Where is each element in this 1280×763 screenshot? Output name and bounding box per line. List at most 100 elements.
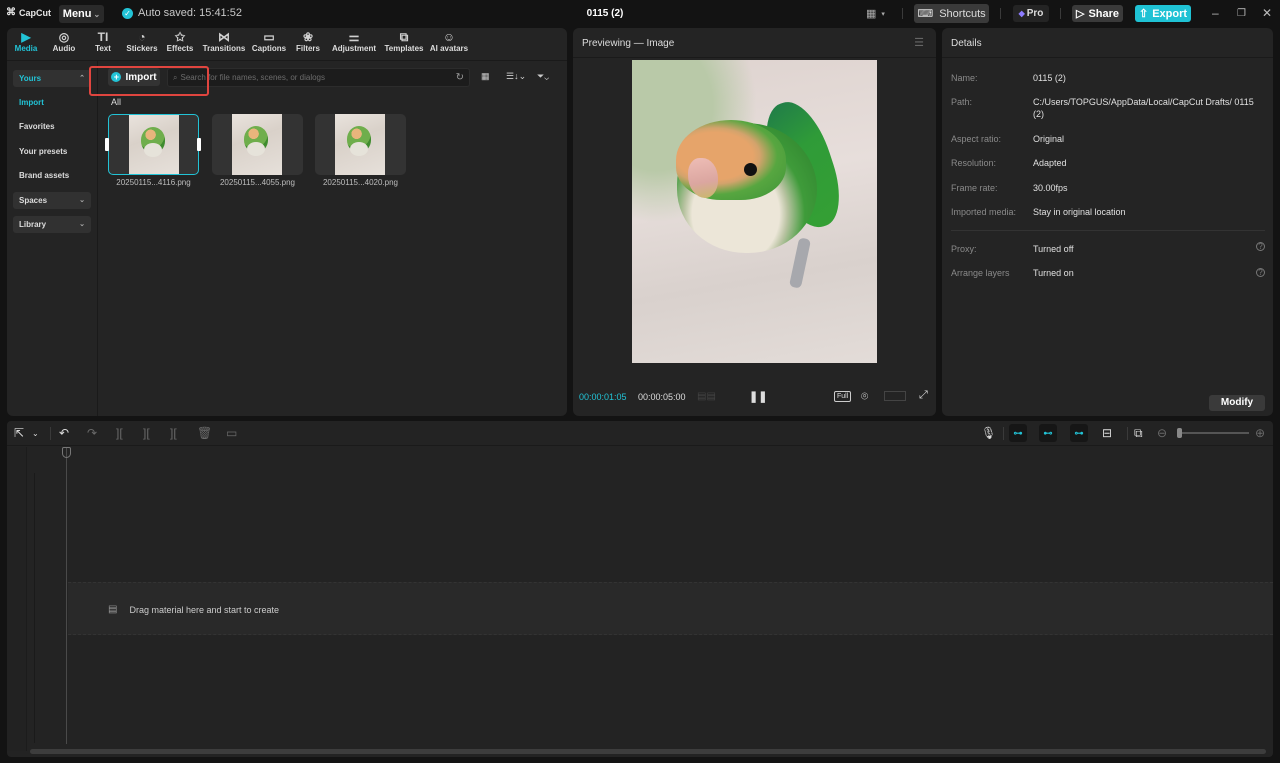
tab-ai-avatars[interactable]: ☺ AI avatars xyxy=(427,28,471,58)
auto-snap-icon[interactable]: ⊷ xyxy=(1039,424,1057,442)
export-button[interactable]: ⇧ Export xyxy=(1135,5,1191,22)
split-icon[interactable]: ][ xyxy=(116,426,123,440)
chevron-down-icon: ⌄ xyxy=(79,197,85,204)
media-item-name: 20250115...4055.png xyxy=(219,178,296,187)
preview-canvas[interactable] xyxy=(632,60,877,363)
tab-stickers[interactable]: ◔ Stickers xyxy=(123,28,161,58)
details-title: Details xyxy=(951,38,982,49)
chevron-down-icon: ▾ xyxy=(881,10,885,18)
filter-icon[interactable]: ⏷⌄ xyxy=(537,71,549,82)
timeline-toolbar: ⇱ ⌄ ↶ ↷ ][ ][ ][ 🗑 ▭ 🎙 ⊶ ⊷ ⊶ ⊟ ⧉ ⊖ ⊕ xyxy=(7,421,1273,446)
media-item[interactable] xyxy=(212,114,303,175)
close-button[interactable]: ✕ xyxy=(1262,6,1272,20)
detail-value: 0115 (2) xyxy=(1033,73,1066,83)
sidebar-group-yours[interactable]: Yours ⌃ xyxy=(13,70,91,87)
drop-hint: Drag material here and start to create xyxy=(129,604,280,615)
ai-avatar-icon: ☺ xyxy=(442,30,456,44)
redo-icon[interactable]: ↷ xyxy=(87,426,97,440)
refresh-icon[interactable]: ↻ xyxy=(456,72,464,83)
filter-all-label: All xyxy=(111,97,122,107)
text-icon: TI xyxy=(97,30,109,44)
layout-button[interactable]: ▦ ▾ xyxy=(866,7,885,20)
freeze-icon[interactable]: ▭ xyxy=(226,426,237,440)
zoom-slider-handle[interactable] xyxy=(1177,428,1182,438)
transitions-icon: ⋈ xyxy=(218,30,230,44)
tab-media[interactable]: ▶ Media xyxy=(7,28,45,58)
fullscreen-icon[interactable]: ⤢ xyxy=(919,389,928,402)
playback-controls: 00:00:01:05 00:00:05:00 ▤▤ ❚❚ Full ⌾ ⤢ xyxy=(573,388,936,410)
effects-icon: ✩ xyxy=(174,30,186,44)
media-search-input[interactable]: ⌕ Search for file names, scenes, or dialo… xyxy=(167,68,470,87)
horizontal-scrollbar[interactable] xyxy=(30,749,1266,754)
playhead[interactable] xyxy=(66,447,67,744)
tab-transitions[interactable]: ⋈ Transitions xyxy=(199,28,249,58)
full-quality-button[interactable]: Full xyxy=(834,391,852,402)
zoom-slider[interactable] xyxy=(1179,432,1249,434)
help-icon[interactable]: ? xyxy=(1256,242,1265,251)
tab-filters[interactable]: ❀ Filters xyxy=(289,28,327,58)
restore-button[interactable]: ❐ xyxy=(1237,8,1246,19)
pro-button[interactable]: ◆ Pro xyxy=(1013,5,1049,22)
tab-templates[interactable]: ⧉ Templates xyxy=(381,28,427,58)
total-timecode: 00:00:05:00 xyxy=(638,392,686,402)
shortcuts-button[interactable]: ⌨ Shortcuts xyxy=(914,4,989,23)
sidebar-item-import[interactable]: Import xyxy=(19,98,44,107)
tab-text[interactable]: TI Text xyxy=(83,28,123,58)
undo-icon[interactable]: ↶ xyxy=(59,426,69,440)
zoom-out-icon[interactable]: ⊖ xyxy=(1157,426,1167,440)
track-header-column xyxy=(7,447,27,751)
media-item[interactable] xyxy=(108,114,199,175)
thumbnail-image xyxy=(232,114,282,175)
title-bar: ⌘ CapCut Menu ⌄ ✓ Auto saved: 15:41:52 0115… xyxy=(0,0,1280,27)
trim-handle-left[interactable] xyxy=(105,138,109,151)
sidebar-item-your-presets[interactable]: Your presets xyxy=(19,147,67,156)
thumbnail-image xyxy=(129,115,179,174)
playhead-handle[interactable] xyxy=(62,447,71,458)
detail-label: Name: xyxy=(951,73,978,83)
media-item-name: 20250115...4116.png xyxy=(116,178,191,187)
tab-effects[interactable]: ✩ Effects xyxy=(161,28,199,58)
sidebar-group-spaces[interactable]: Spaces ⌄ xyxy=(13,192,91,209)
sidebar-item-brand-assets[interactable]: Brand assets xyxy=(19,171,69,180)
sidebar-item-favorites[interactable]: Favorites xyxy=(19,122,55,131)
magnet-main-track-icon[interactable]: ⊶ xyxy=(1009,424,1027,442)
share-button[interactable]: ▷ Share xyxy=(1072,5,1123,22)
media-item[interactable] xyxy=(315,114,406,175)
chevron-down-icon[interactable]: ⌄ xyxy=(32,429,39,438)
preview-axis-icon[interactable]: ⊟ xyxy=(1102,426,1112,440)
detail-label: Arrange layers xyxy=(951,268,1010,278)
track-guide-line xyxy=(34,473,35,743)
detail-value: C:/Users/TOPGUS/AppData/Local/CapCut Dra… xyxy=(1033,97,1254,119)
grid-view-icon[interactable]: ▦ xyxy=(481,71,490,82)
microphone-icon[interactable]: 🎙 xyxy=(981,426,996,440)
thumbnail-image xyxy=(335,114,385,175)
pause-button[interactable]: ❚❚ xyxy=(749,390,767,403)
thumbnail-zoom-icon[interactable]: ⧉ xyxy=(1134,426,1143,441)
media-panel: ▶ Media ◎ Audio TI Text ◔ Stickers ✩ Effects … xyxy=(7,28,567,416)
scan-icon[interactable]: ⌾ xyxy=(861,389,868,404)
linkage-icon[interactable]: ⊶ xyxy=(1070,424,1088,442)
help-icon[interactable]: ? xyxy=(1256,268,1265,277)
detail-label: Frame rate: xyxy=(951,183,998,193)
tab-adjustment[interactable]: ⚌ Adjustment xyxy=(327,28,381,58)
divider xyxy=(1127,427,1128,440)
trim-handle-right[interactable] xyxy=(197,138,201,151)
delete-icon[interactable]: 🗑 xyxy=(197,426,212,440)
divider xyxy=(1060,8,1061,19)
detail-value: Original xyxy=(1033,134,1065,144)
modify-button[interactable]: Modify xyxy=(1209,395,1265,411)
hamburger-menu-icon[interactable]: ☰ xyxy=(914,36,924,49)
sort-icon[interactable]: ☰↓⌄ xyxy=(506,71,526,82)
divider xyxy=(1003,427,1004,440)
tab-audio[interactable]: ◎ Audio xyxy=(45,28,83,58)
zoom-in-icon[interactable]: ⊕ xyxy=(1255,426,1265,440)
minimize-button[interactable]: – xyxy=(1212,6,1219,20)
select-tool-icon[interactable]: ⇱ xyxy=(14,426,24,440)
sidebar-group-library[interactable]: Library ⌄ xyxy=(13,216,91,233)
split-right-icon[interactable]: ][ xyxy=(170,426,177,440)
ratio-button[interactable] xyxy=(884,391,906,401)
split-left-icon[interactable]: ][ xyxy=(143,426,150,440)
main-track-drop-zone[interactable]: ▤ Drag material here and start to create xyxy=(68,582,1273,635)
highlight-annotation xyxy=(89,66,209,96)
tab-captions[interactable]: ▭ Captions xyxy=(249,28,289,58)
